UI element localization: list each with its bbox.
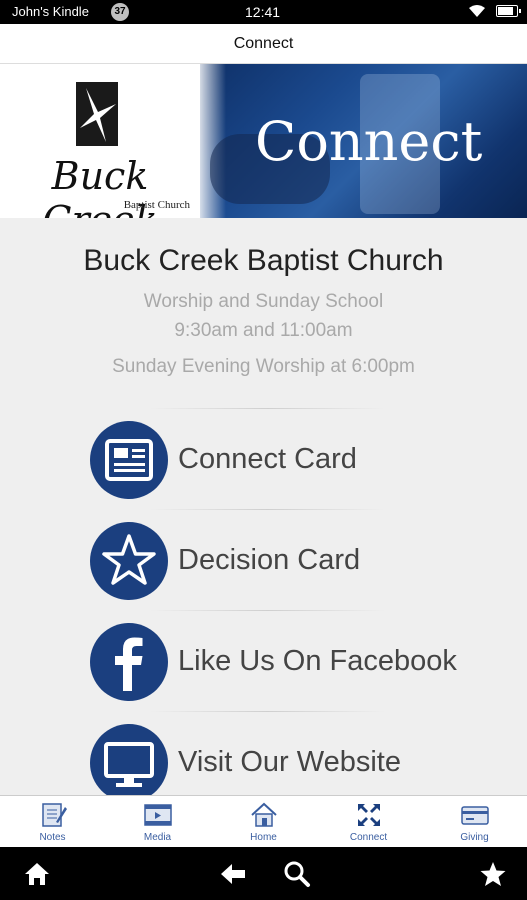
facebook-icon: [90, 623, 168, 701]
tab-home-label: Home: [250, 832, 277, 843]
website-label: Visit Our Website: [178, 746, 401, 778]
church-logo: Buck Creek Baptist Church: [0, 64, 200, 218]
header-banner: Buck Creek Baptist Church Connect: [0, 64, 527, 218]
notes-icon: [38, 802, 68, 828]
favorites-icon[interactable]: [478, 859, 508, 889]
back-icon[interactable]: [218, 859, 248, 889]
banner-heading: Connect: [255, 110, 483, 173]
star-icon: [90, 522, 168, 600]
status-bar: John's Kindle 37 12:41: [0, 0, 527, 24]
system-nav-bar: [0, 847, 527, 900]
tab-media[interactable]: Media: [105, 796, 210, 848]
main-content[interactable]: Buck Creek Baptist Church Worship and Su…: [0, 218, 527, 795]
tab-media-label: Media: [143, 832, 172, 843]
house-icon: [249, 802, 279, 828]
search-icon[interactable]: [282, 859, 312, 889]
credit-card-icon: [460, 802, 490, 828]
divider: [150, 610, 385, 611]
tab-connect-label: Connect: [349, 832, 388, 843]
film-icon: [143, 802, 173, 828]
bottom-tab-bar: Notes Media Home Connect Giving: [0, 795, 527, 847]
connect-card-label: Connect Card: [178, 443, 357, 475]
device-owner: John's Kindle: [12, 4, 89, 19]
facebook-button[interactable]: Like Us On Facebook: [90, 623, 470, 703]
tab-connect[interactable]: Connect: [316, 796, 421, 848]
notification-badge[interactable]: 37: [111, 3, 129, 21]
connect-card-button[interactable]: Connect Card: [90, 421, 470, 501]
tab-giving[interactable]: Giving: [422, 796, 527, 848]
wifi-icon: [468, 4, 486, 21]
connect-icon: [354, 802, 384, 828]
website-button[interactable]: Visit Our Website: [90, 724, 470, 795]
tab-notes[interactable]: Notes: [0, 796, 105, 848]
facebook-label: Like Us On Facebook: [178, 645, 457, 677]
service-times-line3: Sunday Evening Worship at 6:00pm: [112, 356, 415, 377]
service-times-line1: Worship and Sunday School: [143, 291, 384, 312]
battery-icon: [496, 5, 521, 17]
divider: [150, 711, 385, 712]
clock: 12:41: [245, 4, 281, 20]
cross-logo-icon: [76, 82, 118, 146]
church-name: Buck Creek Baptist Church: [83, 244, 444, 277]
tab-home[interactable]: Home: [211, 796, 316, 848]
home-icon[interactable]: [22, 859, 52, 889]
page-title: Connect: [0, 24, 527, 64]
service-times-line2: 9:30am and 11:00am: [174, 320, 353, 341]
divider: [150, 509, 385, 510]
tab-notes-label: Notes: [39, 832, 66, 843]
divider: [150, 408, 385, 409]
logo-subtitle: Baptist Church: [123, 199, 190, 211]
monitor-icon: [90, 724, 168, 795]
decision-card-label: Decision Card: [178, 544, 361, 576]
tab-giving-label: Giving: [460, 832, 489, 843]
decision-card-button[interactable]: Decision Card: [90, 522, 470, 602]
card-icon: [90, 421, 168, 499]
